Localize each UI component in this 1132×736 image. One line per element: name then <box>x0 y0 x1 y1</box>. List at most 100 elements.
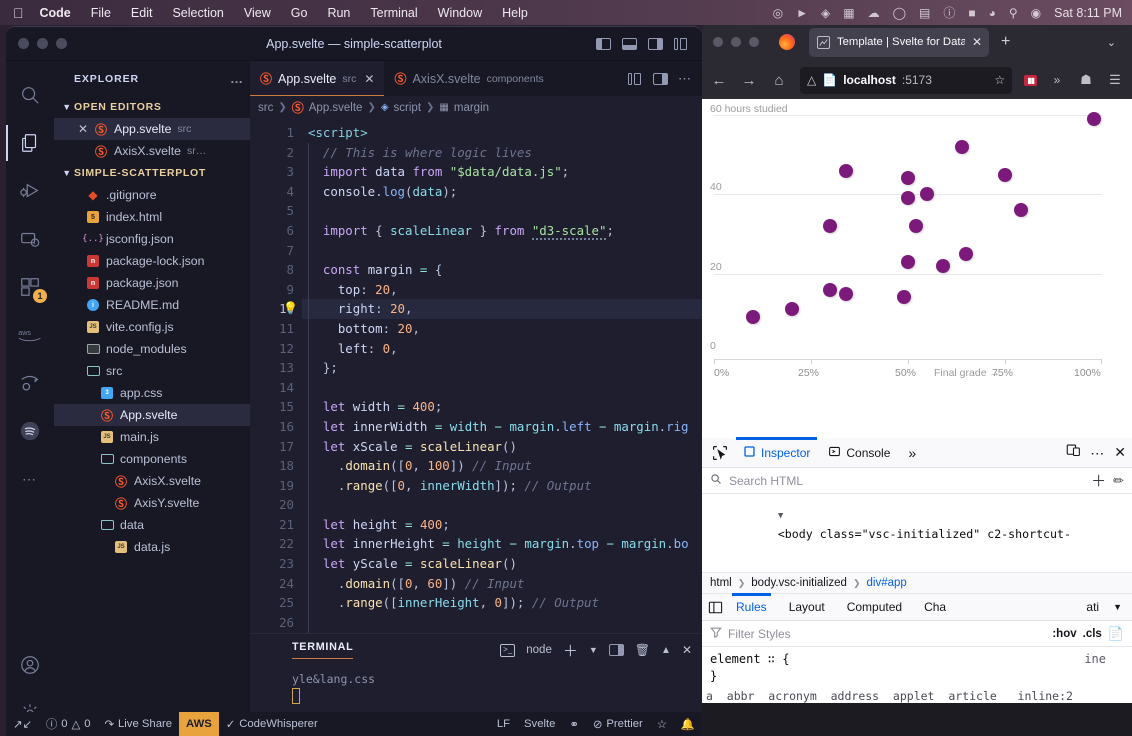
activity-spotify[interactable] <box>6 407 54 455</box>
activity-remote-explorer[interactable]: >_ <box>6 215 54 263</box>
code-line[interactable]: let width = 400; <box>302 397 702 417</box>
new-rule-icon[interactable]: 📄 <box>1108 626 1124 642</box>
folder-components[interactable]: components <box>54 448 250 470</box>
scatter-point[interactable] <box>935 258 950 273</box>
subtab-animations[interactable]: ati <box>1076 594 1109 620</box>
tab-terminal[interactable]: TERMINAL <box>292 641 354 659</box>
close-panel-icon[interactable]: ✕ <box>682 643 692 657</box>
tree-row[interactable]: ▼ <body class="vsc-initialized" c2-short… <box>702 494 1132 561</box>
code-line[interactable]: bottom: 20, <box>302 319 702 339</box>
file-axisy-svelte[interactable]: Ⓢ AxisY.svelte <box>54 492 250 514</box>
scatter-point[interactable] <box>901 191 915 206</box>
keyboard-icon[interactable]: ▦ <box>843 6 854 20</box>
split-editor-icon[interactable] <box>653 72 668 85</box>
more-actions-icon[interactable]: ⋯ <box>678 71 692 87</box>
split-editor-right-icon[interactable] <box>628 72 643 85</box>
subtab-changes[interactable]: Cha <box>914 594 956 620</box>
status-problems[interactable]: ⓘ 0 △ 0 <box>39 712 98 736</box>
firefox-traffic-lights[interactable] <box>713 37 759 47</box>
breadcrumb-app-svelte[interactable]: App.svelte <box>309 102 363 114</box>
code-line[interactable]: // This is where logic lives <box>302 143 702 163</box>
toggle-panel-icon[interactable] <box>622 37 637 50</box>
code-line[interactable]: top: 20, <box>302 280 702 300</box>
file-axisx-svelte[interactable]: Ⓢ AxisX.svelte <box>54 470 250 492</box>
siri-icon[interactable]: ◉ <box>1031 6 1041 20</box>
bookmark-icon[interactable]: ☆ <box>994 73 1005 87</box>
new-terminal-icon[interactable]: ＋ <box>563 640 578 661</box>
code-line[interactable]: import data from "$data/data.js"; <box>302 162 702 182</box>
menu-file[interactable]: File <box>91 6 111 20</box>
devtools-tab-inspector[interactable]: Inspector <box>736 437 818 467</box>
folder-src[interactable]: src <box>54 360 250 382</box>
close-icon[interactable]: ✕ <box>74 122 92 136</box>
code-line[interactable] <box>302 241 702 261</box>
code-line[interactable]: <script> <box>302 123 702 143</box>
scatter-point[interactable] <box>908 219 923 234</box>
chevron-down-icon[interactable]: ▼ <box>1111 594 1132 620</box>
file-gitignore[interactable]: ◆ .gitignore <box>54 184 250 206</box>
ff-minimize-window-button[interactable] <box>731 37 741 47</box>
code-line[interactable] <box>302 495 702 515</box>
menu-help[interactable]: Help <box>502 6 528 20</box>
eyedropper-icon[interactable]: ✏ <box>1113 473 1124 489</box>
url-bar[interactable]: △ 📄 localhost:5173 ☆ <box>800 66 1013 94</box>
code-line[interactable]: .domain([0, 60]) // Input <box>302 574 702 594</box>
maximize-window-button[interactable] <box>56 38 67 49</box>
status-language-mode[interactable]: Svelte <box>517 712 562 736</box>
file-app-svelte[interactable]: Ⓢ App.svelte <box>54 404 250 426</box>
file-jsconfig-json[interactable]: {..} jsconfig.json <box>54 228 250 250</box>
scatter-point[interactable] <box>823 219 838 234</box>
open-editor-app-svelte[interactable]: ✕ Ⓢ App.svelte src <box>54 118 250 140</box>
activity-search[interactable] <box>6 71 54 119</box>
file-main-js[interactable]: JS main.js <box>54 426 250 448</box>
file-vite-config-js[interactable]: JS vite.config.js <box>54 316 250 338</box>
devtools-tab-console[interactable]: Console <box>821 438 897 467</box>
menu-icon[interactable]: ☰ <box>1106 72 1124 88</box>
activity-accounts[interactable] <box>6 641 54 689</box>
code-editor[interactable]: 1 2 3 4 5 6 7 8 9 10 11 12 13 14 15 16 17 18 19 20 21 22 23 24 2… <box>250 119 702 633</box>
code-line[interactable]: let yScale = scaleLinear() <box>302 554 702 574</box>
activity-run-and-debug[interactable] <box>6 167 54 215</box>
code-line[interactable]: .domain([0, 100]) // Input <box>302 456 702 476</box>
split-terminal-icon[interactable] <box>608 644 624 656</box>
code-line[interactable]: left: 0, <box>302 339 702 359</box>
maximize-panel-icon[interactable]: ▲ <box>661 645 671 656</box>
toggle-sidebar-icon[interactable] <box>706 601 724 614</box>
section-project-root[interactable]: ▼ SIMPLE-SCATTERPLOT <box>54 162 250 184</box>
menu-terminal[interactable]: Terminal <box>370 6 417 20</box>
ff-close-window-button[interactable] <box>713 37 723 47</box>
subtab-computed[interactable]: Computed <box>837 594 912 620</box>
forward-button[interactable]: → <box>740 72 758 89</box>
terminal-output[interactable]: yle&lang.css <box>250 666 702 707</box>
scatter-point[interactable] <box>955 139 970 154</box>
menu-selection[interactable]: Selection <box>172 6 223 20</box>
scatter-point[interactable] <box>745 310 760 325</box>
status-eol[interactable]: LF <box>490 712 517 736</box>
code-line[interactable]: let xScale = scaleLinear() <box>302 437 702 457</box>
display-icon[interactable]: ▤ <box>919 6 930 20</box>
html-tree[interactable]: ▼ <body class="vsc-initialized" c2-short… <box>702 494 1132 572</box>
scatter-point[interactable] <box>901 254 915 269</box>
status-notifications[interactable]: 🔔 <box>674 712 702 736</box>
status-remote[interactable]: ↗↙ <box>6 712 39 736</box>
home-button[interactable]: ⌂ <box>770 72 788 89</box>
code-line[interactable]: const margin = { <box>302 260 702 280</box>
tab-app-svelte[interactable]: Ⓢ App.svelte src ✕ <box>250 61 385 96</box>
activity-extensions[interactable]: 1 <box>6 263 54 311</box>
file-index-html[interactable]: 5 index.html <box>54 206 250 228</box>
back-button[interactable]: ← <box>710 72 728 89</box>
code-content[interactable]: <script> // This is where logic lives im… <box>302 119 702 633</box>
meatball-menu-icon[interactable]: ⋯ <box>1090 446 1105 460</box>
code-line[interactable]: let innerWidth = width − margin.left − m… <box>302 417 702 437</box>
section-open-editors[interactable]: ▼ OPEN EDITORS <box>54 96 250 118</box>
kill-terminal-icon[interactable]: 🗑 <box>635 643 650 657</box>
shield-icon[interactable]: △ <box>807 73 816 87</box>
tab-axisx-svelte[interactable]: Ⓢ AxisX.svelte components <box>384 61 553 96</box>
control-center-icon[interactable]: ⓘ <box>943 4 955 21</box>
menu-window[interactable]: Window <box>438 6 482 20</box>
list-all-tabs-icon[interactable]: ⌄ <box>1107 36 1116 49</box>
status-feedback[interactable]: ☆ <box>650 712 674 736</box>
page-icon[interactable]: 📄 <box>822 73 837 87</box>
ff-maximize-window-button[interactable] <box>749 37 759 47</box>
breadcrumb-src[interactable]: src <box>258 102 273 114</box>
